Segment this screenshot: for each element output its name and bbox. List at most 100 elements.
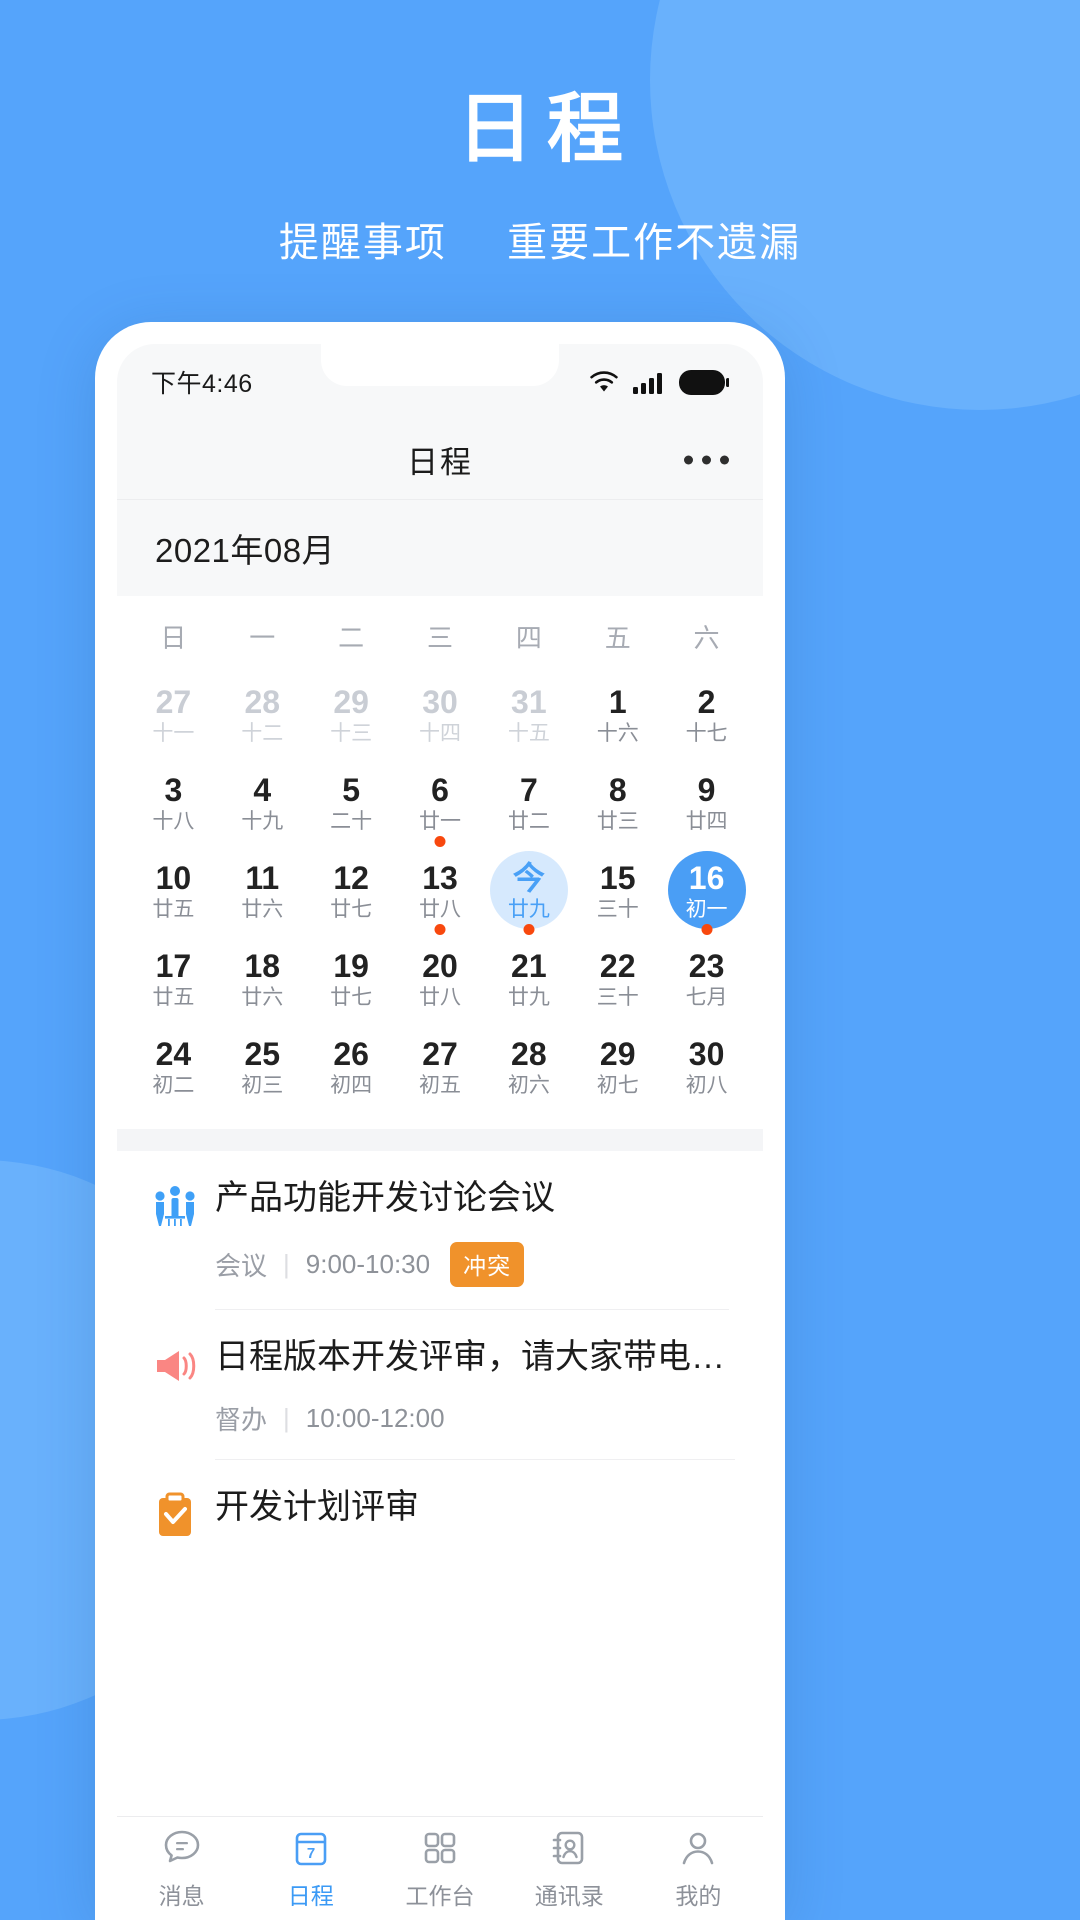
calendar-day-cell[interactable]: 18 廿六	[218, 935, 307, 1023]
calendar-week-row: 17 廿五 18 廿六 19 廿七 20 廿八 21 廿九 22 三十 23 七月	[129, 935, 751, 1023]
calendar-day-cell[interactable]: 9 廿四	[662, 759, 751, 847]
more-horizontal-icon[interactable]	[684, 455, 729, 464]
calendar-day-cell[interactable]: 15 三十	[573, 847, 662, 935]
calendar-day-cell[interactable]: 今廿九	[484, 847, 573, 935]
calendar-day-cell[interactable]: 13 廿八	[396, 847, 485, 935]
battery-icon	[679, 369, 729, 395]
calendar-events-divider	[117, 1129, 763, 1151]
tab-通讯录[interactable]: 通讯录	[505, 1827, 634, 1911]
calendar-day-cell[interactable]: 29 十三	[307, 671, 396, 759]
calendar-day-cell[interactable]: 3 十八	[129, 759, 218, 847]
status-bar-time: 下午4:46	[151, 370, 253, 398]
calendar-day-cell[interactable]: 12 廿七	[307, 847, 396, 935]
event-title: 产品功能开发讨论会议	[215, 1179, 555, 1217]
calendar-day-number: 4	[253, 771, 272, 808]
calendar-day-lunar: 十五	[507, 722, 550, 746]
page-subtitle-right: 重要工作不遗漏	[507, 220, 802, 265]
calendar-day-lunar: 十七	[685, 722, 728, 746]
calendar-weekday-6: 六	[693, 623, 720, 653]
calendar-day-lunar: 初五	[418, 1074, 461, 1098]
calendar-day-cell[interactable]: 4 十九	[218, 759, 307, 847]
calendar-day-lunar: 廿一	[418, 810, 461, 834]
event-meta: 督办 | 10:00-12:00	[215, 1400, 735, 1437]
calendar-day-cell[interactable]: 30 初八	[662, 1023, 751, 1111]
calendar-day-cell[interactable]: 10 廿五	[129, 847, 218, 935]
calendar-event-dot	[434, 924, 446, 935]
calendar-day-number: 25	[244, 1035, 281, 1072]
event-category: 会议	[215, 1250, 268, 1281]
calendar-day-cell[interactable]: 28 初六	[484, 1023, 573, 1111]
calendar-day-number: 16	[688, 859, 725, 896]
calendar-day-cell[interactable]: 27 初五	[396, 1023, 485, 1111]
calendar-week-row: 24 初二 25 初三 26 初四 27 初五 28 初六 29 初七 30 初八	[129, 1023, 751, 1111]
calendar-day-cell[interactable]: 23 七月	[662, 935, 751, 1023]
calendar-day-cell[interactable]: 27 十一	[129, 671, 218, 759]
calendar-day-cell[interactable]: 28 十二	[218, 671, 307, 759]
calendar-day-cell[interactable]: 11 廿六	[218, 847, 307, 935]
month-bar[interactable]: 2021年08月	[117, 500, 763, 596]
event-meta: 会议 | 9:00-10:30 冲突	[215, 1241, 729, 1287]
calendar-day-cell[interactable]: 6 廿一	[396, 759, 485, 847]
calendar-day-lunar: 初七	[596, 1074, 639, 1098]
calendar-day-cell[interactable]: 2 十七	[662, 671, 751, 759]
calendar-event-dot	[523, 924, 535, 935]
status-bar: 下午4:46	[117, 344, 763, 420]
calendar-day-cell[interactable]: 17 廿五	[129, 935, 218, 1023]
calendar-day-number: 22	[599, 947, 636, 984]
event-list-item[interactable]: 开发计划评审	[117, 1460, 763, 1551]
calendar-day-cell[interactable]: 21 廿九	[484, 935, 573, 1023]
calendar-day-number: 1	[608, 683, 627, 720]
calendar-day-cell[interactable]: 26 初四	[307, 1023, 396, 1111]
calendar-day-number: 7	[519, 771, 538, 808]
calendar-day-number: 17	[155, 947, 192, 984]
calendar-grid: 日一二三四五六 27 十一 28 十二 29 十三 30 十四 31 十五 1 十六 2 十七 3 十八 4 十九…	[117, 596, 763, 1111]
calendar-day-lunar: 二十	[330, 810, 373, 834]
tab-工作台[interactable]: 工作台	[375, 1827, 504, 1911]
calendar-day-cell[interactable]: 8 廿三	[573, 759, 662, 847]
calendar-day-cell[interactable]: 22 三十	[573, 935, 662, 1023]
event-body: 产品功能开发讨论会议会议 | 9:00-10:30 冲突	[215, 1177, 729, 1310]
calendar-day-lunar: 十九	[241, 810, 284, 834]
calendar-day-lunar: 十二	[241, 722, 284, 746]
calendar-day-number: 21	[511, 947, 547, 984]
calendar-day-lunar: 三十	[596, 898, 639, 922]
calendar-day-number: 29	[599, 1035, 636, 1072]
event-title: 开发计划评审	[215, 1488, 419, 1526]
calendar-day-cell[interactable]: 25 初三	[218, 1023, 307, 1111]
calendar-day-cell[interactable]: 19 廿七	[307, 935, 396, 1023]
calendar-day-number: 20	[422, 947, 458, 984]
calendar-day-cell[interactable]: 7 廿二	[484, 759, 573, 847]
calendar-day-cell[interactable]: 29 初七	[573, 1023, 662, 1111]
hero-section: 日程 提醒事项 重要工作不遗漏	[0, 0, 1080, 268]
calendar-day-lunar: 初四	[330, 1074, 373, 1098]
calendar-day-lunar: 廿七	[330, 898, 373, 922]
calendar-day-cell[interactable]: 5 二十	[307, 759, 396, 847]
calendar-day-lunar: 廿五	[152, 986, 195, 1010]
calendar-day-cell[interactable]: 24 初二	[129, 1023, 218, 1111]
event-title: 日程版本开发评审，请大家带电脑…	[215, 1337, 735, 1376]
calendar-day-number: 2	[697, 683, 716, 720]
calendar-day-lunar: 廿六	[241, 898, 284, 922]
phone-screen: 下午4:46 日程 2021年08月 日 一 二 三 四 五 六 27 十一 2…	[117, 344, 763, 1920]
calendar-day-cell[interactable]: 20 廿八	[396, 935, 485, 1023]
calendar-weekday-1: 一	[249, 623, 276, 653]
tab-我的[interactable]: 我的	[634, 1827, 763, 1911]
clipboard-check-icon	[151, 1486, 215, 1551]
tab-消息[interactable]: 消息	[117, 1827, 246, 1911]
event-list-item[interactable]: 日程版本开发评审，请大家带电脑… 督办 | 10:00-12:00	[117, 1310, 763, 1460]
event-list-item[interactable]: 产品功能开发讨论会议会议 | 9:00-10:30 冲突	[117, 1151, 763, 1310]
calendar-weekday-2: 二	[338, 623, 365, 653]
tab-日程[interactable]: 7 日程	[246, 1827, 375, 1911]
calendar-day-cell[interactable]: 16 初一	[662, 847, 751, 935]
calendar-day-number: 28	[244, 683, 281, 720]
calendar-day-cell[interactable]: 1 十六	[573, 671, 662, 759]
calendar-day-cell[interactable]: 31 十五	[484, 671, 573, 759]
calendar-day-lunar: 初六	[507, 1074, 550, 1098]
calendar-day-number: 28	[511, 1035, 547, 1072]
calendar-day-number: 6	[431, 771, 449, 808]
calendar-day-cell[interactable]: 30 十四	[396, 671, 485, 759]
calendar-day-number: 15	[599, 859, 636, 896]
person-icon	[678, 1827, 718, 1869]
navbar-title: 日程	[407, 445, 473, 480]
event-meta-separator: |	[283, 1403, 290, 1433]
